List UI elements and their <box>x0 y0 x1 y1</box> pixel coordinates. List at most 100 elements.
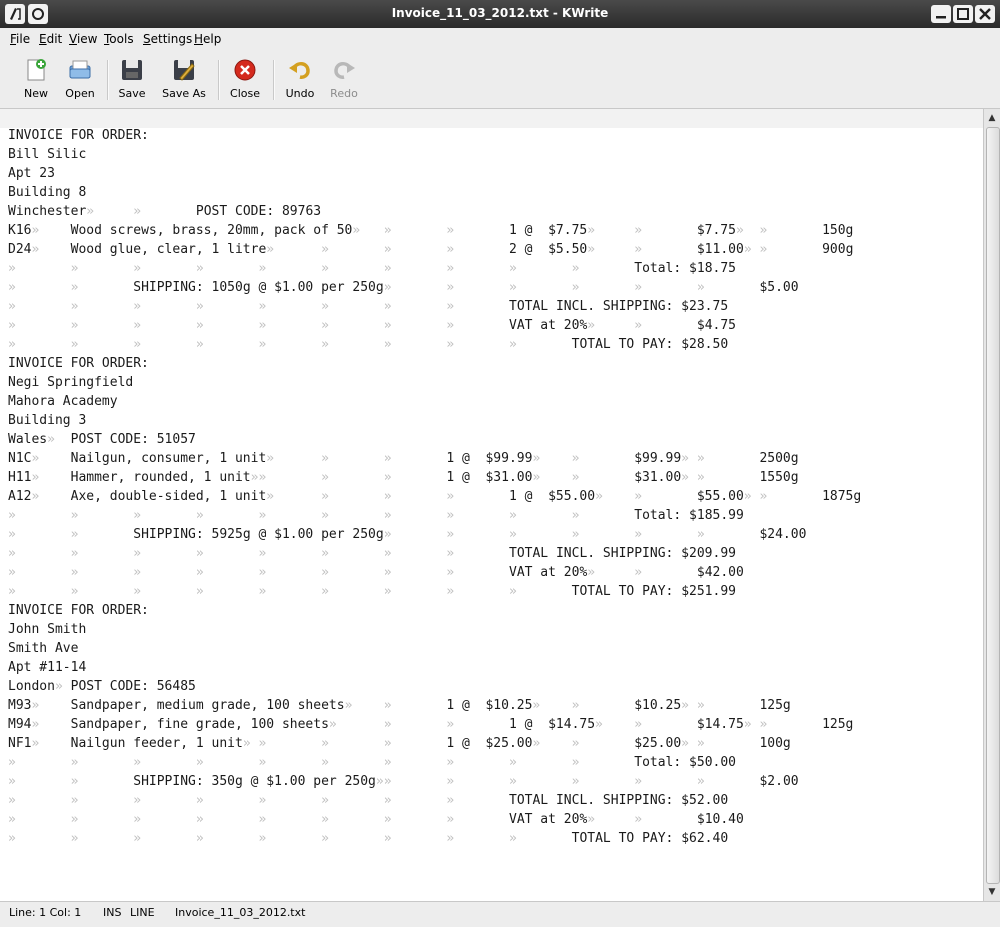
text-line[interactable]: D24» Wood glue, clear, 1 litre» » » » 2 … <box>8 240 861 259</box>
text-line[interactable]: London» POST CODE: 56485 <box>8 677 861 696</box>
tab-marker: » <box>321 831 384 846</box>
text-line[interactable]: Building 8 <box>8 183 861 202</box>
text-line[interactable]: » » » » » » » » TOTAL INCL. SHIPPING: $2… <box>8 544 861 563</box>
text-line[interactable]: » » » » » » » » » » Total: $18.75 <box>8 259 861 278</box>
tab-marker: » <box>571 261 635 276</box>
text-line[interactable]: INVOICE FOR ORDER: <box>8 126 861 145</box>
maximize-icon[interactable] <box>953 5 973 23</box>
title-bar[interactable]: Invoice_11_03_2012.txt - KWrite <box>0 0 1000 28</box>
selection-mode[interactable]: LINE <box>130 906 155 919</box>
tab-marker: » <box>446 280 509 295</box>
text-field: INVOICE FOR ORDER: <box>8 128 149 143</box>
text-line[interactable]: » » » » » » » » » » Total: $50.00 <box>8 753 861 772</box>
text-line[interactable]: Wales» POST CODE: 51057 <box>8 430 861 449</box>
scroll-down-icon[interactable]: ▼ <box>986 886 998 898</box>
tab-marker: » <box>258 337 322 352</box>
tab-marker: » <box>509 755 572 770</box>
tab-marker: » <box>383 489 447 504</box>
text-line[interactable]: M94» Sandpaper, fine grade, 100 sheets» … <box>8 715 861 734</box>
text-line[interactable]: INVOICE FOR ORDER: <box>8 354 861 373</box>
menu-file[interactable]: File <box>10 32 30 46</box>
text-field: $2.00 <box>759 774 799 789</box>
scrollbar-thumb[interactable] <box>986 127 1000 884</box>
save-disk-icon <box>122 60 142 80</box>
text-line[interactable]: » » » » » » » » » TOTAL TO PAY: $251.99 <box>8 582 861 601</box>
menu-view[interactable]: View <box>69 32 97 46</box>
text-line[interactable]: » » » » » » » » VAT at 20%» » $4.75 <box>8 316 861 335</box>
text-line[interactable]: A12» Axe, double-sided, 1 unit» » » » 1 … <box>8 487 861 506</box>
save-button[interactable]: Save <box>112 54 152 104</box>
scroll-up-icon[interactable]: ▲ <box>986 112 998 124</box>
text-line[interactable]: Negi Springfield <box>8 373 861 392</box>
text-line[interactable]: Building 3 <box>8 411 861 430</box>
tab-marker: » <box>31 489 71 504</box>
text-line[interactable]: » » » » » » » » TOTAL INCL. SHIPPING: $5… <box>8 791 861 810</box>
tab-marker: » <box>383 565 447 580</box>
minimize-icon[interactable] <box>931 5 951 23</box>
text-line[interactable]: K16» Wood screws, brass, 20mm, pack of 5… <box>8 221 861 240</box>
menu-help[interactable]: Help <box>194 32 221 46</box>
text-line[interactable]: Smith Ave <box>8 639 861 658</box>
menu-tools[interactable]: Tools <box>104 32 134 46</box>
tab-marker: » <box>344 698 384 713</box>
tab-marker: » <box>258 831 322 846</box>
tab-marker: » <box>133 508 196 523</box>
tab-marker: » <box>8 508 71 523</box>
new-button[interactable]: New <box>16 54 56 104</box>
text-field: 1 @ $99.99 <box>446 451 533 466</box>
tab-marker: » <box>133 299 196 314</box>
tab-marker: » <box>70 546 134 561</box>
close-window-icon[interactable] <box>975 5 995 23</box>
text-field: 1 @ $10.25 <box>446 698 533 713</box>
tab-marker: » <box>532 451 572 466</box>
tab-marker: » <box>634 717 697 732</box>
text-line[interactable]: Apt 23 <box>8 164 861 183</box>
text-line[interactable]: » » » » » » » » TOTAL INCL. SHIPPING: $2… <box>8 297 861 316</box>
redo-button[interactable]: Redo <box>324 54 364 104</box>
tab-marker: » <box>266 489 322 504</box>
text-line[interactable]: N1C» Nailgun, consumer, 1 unit» » » 1 @ … <box>8 449 861 468</box>
text-line[interactable]: Winchester» » POST CODE: 89763 <box>8 202 861 221</box>
tab-marker: » <box>321 451 384 466</box>
tab-marker: » <box>383 831 447 846</box>
vertical-scrollbar[interactable]: ▲ ▼ <box>983 109 1000 901</box>
text-field: $31.00 <box>634 470 682 485</box>
text-line[interactable]: H11» Hammer, rounded, 1 unit»» » » 1 @ $… <box>8 468 861 487</box>
insert-mode[interactable]: INS <box>103 906 121 919</box>
text-line[interactable]: Mahora Academy <box>8 392 861 411</box>
text-line[interactable]: » » SHIPPING: 1050g @ $1.00 per 250g» » … <box>8 278 861 297</box>
text-line[interactable]: M93» Sandpaper, medium grade, 100 sheets… <box>8 696 861 715</box>
tab-marker: » <box>321 584 384 599</box>
text-line[interactable]: NF1» Nailgun feeder, 1 unit» » » » 1 @ $… <box>8 734 861 753</box>
tab-marker: » <box>258 736 322 751</box>
close-button[interactable]: Close <box>225 54 265 104</box>
text-line[interactable]: Apt #11-14 <box>8 658 861 677</box>
tab-marker: » <box>70 261 134 276</box>
new-label: New <box>24 87 48 100</box>
save-as-button[interactable]: Save As <box>158 54 210 104</box>
text-line[interactable]: » » » » » » » » » » Total: $185.99 <box>8 506 861 525</box>
text-field: 1 @ $7.75 <box>508 223 588 238</box>
tab-marker: » <box>759 223 823 238</box>
tab-marker: » <box>8 755 71 770</box>
tab-marker: » <box>696 774 760 789</box>
tab-marker: » <box>446 489 509 504</box>
text-line[interactable]: » » » » » » » » VAT at 20%» » $10.40 <box>8 810 861 829</box>
tab-marker: » <box>8 774 71 789</box>
text-line[interactable]: INVOICE FOR ORDER: <box>8 601 861 620</box>
text-line[interactable]: » » » » » » » » » TOTAL TO PAY: $28.50 <box>8 335 861 354</box>
text-line[interactable]: » » » » » » » » VAT at 20%» » $42.00 <box>8 563 861 582</box>
menu-edit[interactable]: Edit <box>39 32 62 46</box>
undo-button[interactable]: Undo <box>280 54 320 104</box>
text-line[interactable]: » » » » » » » » » TOTAL TO PAY: $62.40 <box>8 829 861 848</box>
tab-marker: » <box>133 793 196 808</box>
text-line[interactable]: John Smith <box>8 620 861 639</box>
open-folder-icon <box>69 60 91 79</box>
text-line[interactable]: » » SHIPPING: 5925g @ $1.00 per 250g» » … <box>8 525 861 544</box>
menu-settings[interactable]: Settings <box>143 32 192 46</box>
open-button[interactable]: Open <box>58 54 102 104</box>
text-line[interactable]: » » SHIPPING: 350g @ $1.00 per 250g»» » … <box>8 772 861 791</box>
document-text[interactable]: INVOICE FOR ORDER: Bill Silic Apt 23 Buildi… <box>8 126 861 848</box>
text-editor[interactable]: INVOICE FOR ORDER: Bill Silic Apt 23 Buildi… <box>0 109 983 901</box>
text-line[interactable]: Bill Silic <box>8 145 861 164</box>
